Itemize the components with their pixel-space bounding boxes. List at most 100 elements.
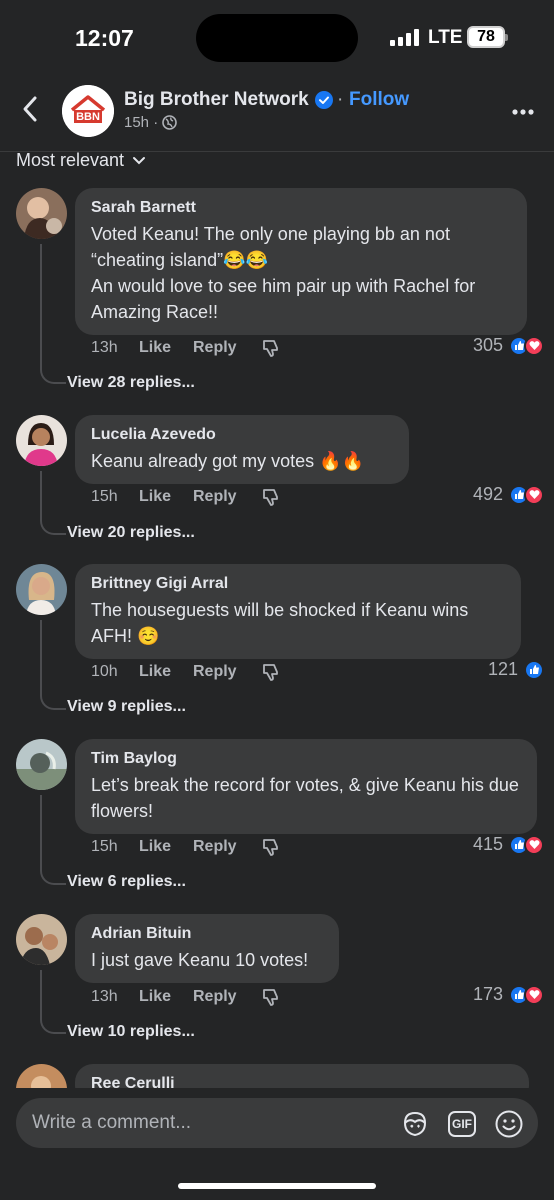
reaction-summary[interactable]: 415 (473, 834, 544, 855)
page-avatar[interactable]: BBN (62, 85, 114, 137)
comment-text: I just gave Keanu 10 votes! (91, 950, 309, 970)
comment-bubble[interactable]: Brittney Gigi Arral The houseguests will… (75, 564, 521, 659)
post-meta: 15h · (124, 114, 178, 131)
like-button[interactable]: Like (139, 339, 193, 357)
user-avatar-icon (16, 739, 67, 790)
thumbs-down-icon[interactable] (261, 338, 281, 358)
reaction-summary[interactable]: 492 (473, 484, 544, 505)
comment-time: 15h (91, 838, 118, 855)
like-button[interactable]: Like (139, 838, 193, 856)
gif-button[interactable]: GIF (448, 1109, 478, 1139)
back-arrow-icon[interactable] (16, 91, 44, 127)
reply-thread-line (40, 970, 66, 1034)
love-reaction-icon (524, 834, 544, 855)
comment-bubble[interactable]: Lucelia Azevedo Keanu already got my vot… (75, 415, 409, 484)
emoji-icon[interactable] (494, 1109, 524, 1139)
header-separator: · (337, 89, 344, 110)
reaction-count: 415 (472, 834, 503, 854)
signal-icon (390, 29, 420, 46)
page-name[interactable]: Big Brother Network (124, 89, 309, 111)
like-button[interactable]: Like (139, 988, 193, 1006)
view-replies-link[interactable]: View 6 replies... (67, 873, 186, 891)
comment-text: The houseguests will be shocked if Keanu… (91, 600, 469, 646)
reply-thread-line (40, 795, 66, 885)
view-replies-link[interactable]: View 9 replies... (67, 698, 186, 716)
reaction-summary[interactable]: 173 (473, 984, 544, 1005)
love-reaction-icon (524, 984, 544, 1005)
bbn-logo-text: BBN (76, 111, 100, 123)
reaction-summary[interactable]: 305 (473, 335, 544, 356)
chevron-down-icon (133, 156, 146, 164)
comment-actions: 10h Like Reply (91, 662, 281, 682)
comment-time: 13h (91, 339, 118, 356)
user-avatar-icon (16, 188, 67, 239)
view-replies-link[interactable]: View 20 replies... (67, 524, 195, 542)
comment-bubble[interactable]: Sarah Barnett Voted Keanu! The only one … (75, 188, 527, 335)
globe-icon (162, 115, 178, 130)
sort-dropdown[interactable]: Most relevant (16, 150, 146, 171)
status-time: 12:07 (75, 25, 134, 51)
view-replies-link[interactable]: View 10 replies... (67, 1023, 195, 1041)
avatar[interactable] (16, 188, 67, 239)
verified-badge-icon (315, 91, 333, 109)
comment-composer: GIF (16, 1098, 538, 1148)
comment-time: 13h (91, 988, 118, 1005)
user-avatar-icon (16, 914, 67, 965)
thumbs-down-icon[interactable] (261, 662, 281, 682)
comment-author[interactable]: Brittney Gigi Arral (91, 574, 505, 594)
thumbs-down-icon[interactable] (261, 837, 281, 857)
follow-button[interactable]: Follow (349, 89, 409, 111)
reply-button[interactable]: Reply (193, 838, 261, 856)
comment-text: Let’s break the record for votes, & give… (91, 775, 519, 821)
comment-text: Keanu already got my votes 🔥🔥 (91, 451, 364, 471)
battery-icon: 78 (467, 26, 508, 48)
love-reaction-icon (524, 335, 544, 356)
comment-time: 10h (91, 663, 118, 680)
avatar[interactable] (16, 415, 67, 466)
reply-thread-line (40, 244, 66, 384)
reply-thread-line (40, 471, 66, 535)
reply-button[interactable]: Reply (193, 488, 261, 506)
comment-text: Voted Keanu! The only one playing bb an … (91, 224, 476, 322)
comment-actions: 13h Like Reply (91, 338, 281, 358)
like-button[interactable]: Like (139, 663, 193, 681)
reaction-count: 305 (472, 335, 503, 355)
reaction-count: 173 (472, 984, 503, 1004)
user-avatar-icon (16, 564, 67, 615)
status-bar: 12:07 LTE 78 (0, 0, 554, 75)
comment-bubble[interactable]: Adrian Bituin I just gave Keanu 10 votes… (75, 914, 339, 983)
home-indicator[interactable] (178, 1183, 376, 1189)
like-button[interactable]: Like (139, 488, 193, 506)
avatar[interactable] (16, 914, 67, 965)
comment-author[interactable]: Adrian Bituin (91, 924, 323, 944)
comment-actions: 15h Like Reply (91, 837, 281, 857)
comment-actions: 15h Like Reply (91, 487, 281, 507)
avatar[interactable] (16, 564, 67, 615)
gif-label: GIF (448, 1111, 476, 1137)
reply-thread-line (40, 620, 66, 710)
comment-bubble[interactable]: Tim Baylog Let’s break the record for vo… (75, 739, 537, 834)
reply-button[interactable]: Reply (193, 339, 261, 357)
more-options-icon[interactable] (505, 107, 541, 117)
reply-button[interactable]: Reply (193, 663, 261, 681)
view-replies-link[interactable]: View 28 replies... (67, 374, 195, 392)
thumbs-down-icon[interactable] (261, 487, 281, 507)
dynamic-island (196, 14, 358, 62)
thumbs-down-icon[interactable] (261, 987, 281, 1007)
avatar[interactable] (16, 739, 67, 790)
comment-time: 15h (91, 488, 118, 505)
like-reaction-icon (524, 659, 544, 680)
reaction-summary[interactable]: 121 (488, 659, 544, 680)
comment-author[interactable]: Tim Baylog (91, 749, 521, 769)
network-label: LTE (428, 27, 463, 48)
comment-author[interactable]: Sarah Barnett (91, 198, 511, 218)
comment-actions: 13h Like Reply (91, 987, 281, 1007)
love-reaction-icon (524, 484, 544, 505)
comment-author[interactable]: Lucelia Azevedo (91, 425, 393, 445)
sort-label: Most relevant (16, 150, 125, 170)
reply-button[interactable]: Reply (193, 988, 261, 1006)
reaction-count: 492 (472, 484, 503, 504)
post-header: BBN Big Brother Network · Follow 15h · (0, 75, 554, 152)
avatar-sticker-icon[interactable] (400, 1109, 430, 1139)
comment-input[interactable] (32, 1108, 392, 1138)
